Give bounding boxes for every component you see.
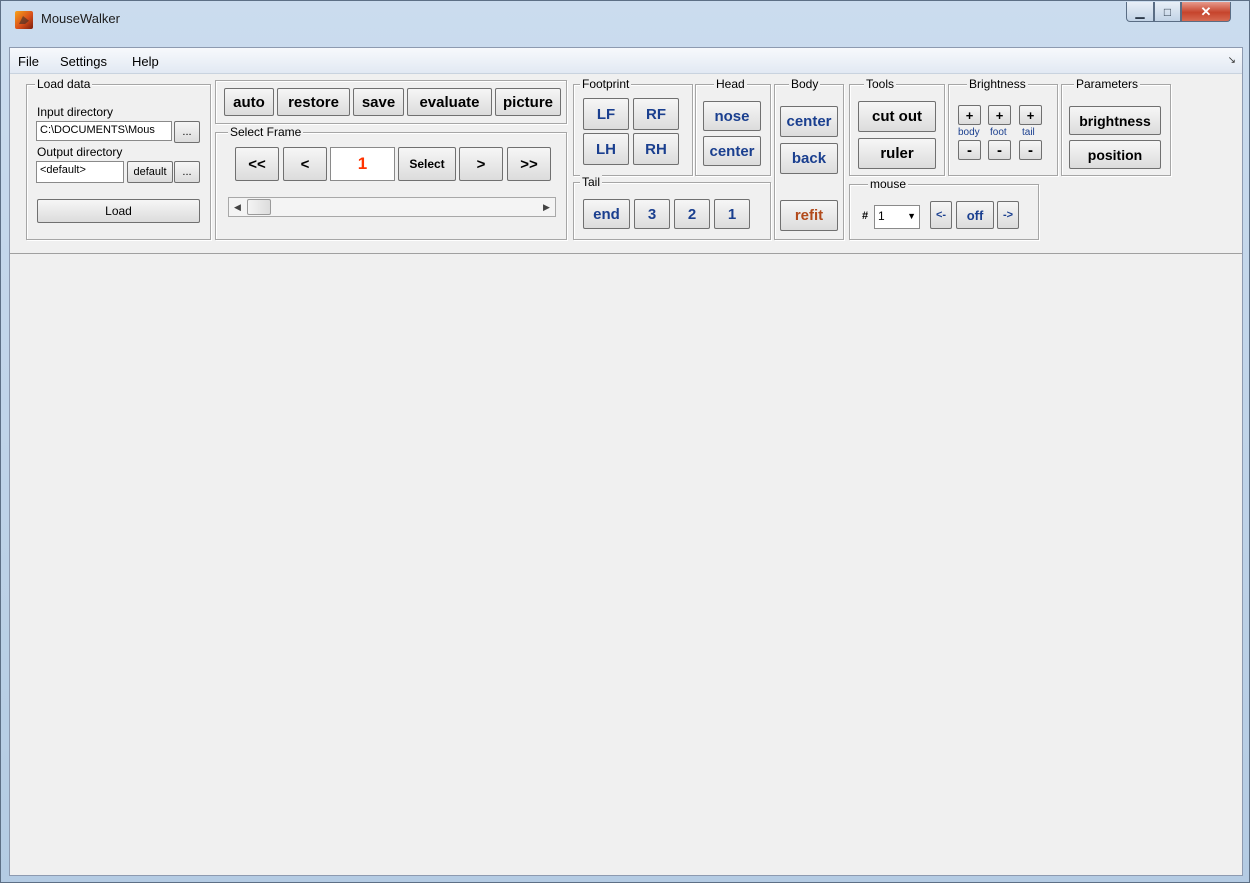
body-brightness-minus-button[interactable]: - xyxy=(958,140,981,160)
slider-left-arrow-icon[interactable]: ◀ xyxy=(229,198,246,216)
footprint-panel: Footprint LF RF LH RH xyxy=(573,77,693,176)
title-bar[interactable]: MouseWalker ▁ □ ✕ xyxy=(1,1,1249,47)
first-frame-button[interactable]: << xyxy=(235,147,279,181)
load-data-title: Load data xyxy=(35,77,93,91)
lh-button[interactable]: LH xyxy=(583,133,629,165)
brightness-parameters-button[interactable]: brightness xyxy=(1069,106,1161,135)
image-workspace[interactable] xyxy=(10,255,1242,875)
head-title: Head xyxy=(714,77,747,91)
default-button[interactable]: default xyxy=(127,161,173,183)
close-button[interactable]: ✕ xyxy=(1181,2,1231,22)
rh-button[interactable]: RH xyxy=(633,133,679,165)
mouse-prev-button[interactable]: <- xyxy=(930,201,952,229)
tail-2-button[interactable]: 2 xyxy=(674,199,710,229)
tail-panel: Tail end 3 2 1 xyxy=(573,175,771,240)
restore-button[interactable]: restore xyxy=(277,88,350,116)
footprint-title: Footprint xyxy=(580,77,632,91)
tools-panel: Tools cut out ruler xyxy=(849,77,945,176)
actions-panel: auto restore save evaluate picture xyxy=(215,80,567,124)
nose-button[interactable]: nose xyxy=(703,101,761,131)
input-browse-button[interactable]: ... xyxy=(174,121,200,143)
brightness-panel: Brightness + + + body foot tail - - - xyxy=(948,77,1058,176)
window-title: MouseWalker xyxy=(41,11,120,26)
frame-slider[interactable]: ◀ ▶ xyxy=(228,197,556,217)
select-frame-panel: Select Frame << < 1 Select > >> ◀ ▶ xyxy=(215,125,567,240)
cut-out-button[interactable]: cut out xyxy=(858,101,936,132)
matlab-icon xyxy=(15,11,33,29)
close-icon: ✕ xyxy=(1200,3,1212,19)
tail-title: Tail xyxy=(580,175,603,189)
position-parameters-button[interactable]: position xyxy=(1069,140,1161,169)
chevron-down-icon: ▼ xyxy=(907,211,916,221)
mouse-panel: mouse # 1 ▼ <- off -> xyxy=(849,177,1039,240)
output-browse-button[interactable]: ... xyxy=(174,161,200,183)
foot-brightness-plus-button[interactable]: + xyxy=(988,105,1011,125)
brightness-body-label: body xyxy=(958,127,980,138)
foot-brightness-minus-button[interactable]: - xyxy=(988,140,1011,160)
rf-button[interactable]: RF xyxy=(633,98,679,130)
save-button[interactable]: save xyxy=(353,88,404,116)
parameters-title: Parameters xyxy=(1074,77,1141,91)
body-brightness-plus-button[interactable]: + xyxy=(958,105,981,125)
head-center-button[interactable]: center xyxy=(703,136,761,166)
tail-1-button[interactable]: 1 xyxy=(714,199,750,229)
auto-button[interactable]: auto xyxy=(224,88,274,116)
tail-brightness-minus-button[interactable]: - xyxy=(1019,140,1042,160)
menu-settings[interactable]: Settings xyxy=(60,54,107,69)
client-area: File Settings Help ↘ Load data Input dir… xyxy=(9,47,1243,876)
brightness-tail-label: tail xyxy=(1022,127,1035,138)
tools-title: Tools xyxy=(864,77,897,91)
app-window: MouseWalker ▁ □ ✕ File Settings Help ↘ L… xyxy=(0,0,1250,883)
lf-button[interactable]: LF xyxy=(583,98,629,130)
input-directory-field[interactable]: C:\DOCUMENTS\Mous xyxy=(36,121,172,141)
control-toolbar: Load data Input directory C:\DOCUMENTS\M… xyxy=(10,74,1242,254)
maximize-icon: □ xyxy=(1163,4,1172,19)
select-frame-button[interactable]: Select xyxy=(398,147,456,181)
refit-button[interactable]: refit xyxy=(780,200,838,231)
menu-help[interactable]: Help xyxy=(132,54,159,69)
mouse-hash-label: # xyxy=(862,210,869,222)
menu-file[interactable]: File xyxy=(18,54,39,69)
body-title: Body xyxy=(789,77,821,91)
slider-right-arrow-icon[interactable]: ▶ xyxy=(538,198,555,216)
head-panel: Head nose center xyxy=(695,77,771,176)
tail-3-button[interactable]: 3 xyxy=(634,199,670,229)
body-center-button[interactable]: center xyxy=(780,106,838,137)
load-button[interactable]: Load xyxy=(37,199,200,223)
mouse-next-button[interactable]: -> xyxy=(997,201,1019,229)
picture-button[interactable]: picture xyxy=(495,88,561,116)
minimize-icon: ▁ xyxy=(1135,4,1145,19)
slider-thumb[interactable] xyxy=(247,199,271,215)
body-back-button[interactable]: back xyxy=(780,143,838,174)
select-frame-title: Select Frame xyxy=(228,125,304,139)
mouse-select[interactable]: 1 ▼ xyxy=(874,205,920,229)
menu-bar: File Settings Help ↘ xyxy=(10,48,1242,74)
last-frame-button[interactable]: >> xyxy=(507,147,551,181)
tail-end-button[interactable]: end xyxy=(583,199,630,229)
body-panel: Body center back refit xyxy=(774,77,844,240)
brightness-foot-label: foot xyxy=(990,127,1007,138)
mouse-off-button[interactable]: off xyxy=(956,201,994,229)
evaluate-button[interactable]: evaluate xyxy=(407,88,492,116)
maximize-button[interactable]: □ xyxy=(1154,2,1181,22)
mouse-title: mouse xyxy=(868,177,909,191)
next-frame-button[interactable]: > xyxy=(459,147,503,181)
brightness-title: Brightness xyxy=(967,77,1028,91)
frame-number-field[interactable]: 1 xyxy=(330,147,395,181)
tail-brightness-plus-button[interactable]: + xyxy=(1019,105,1042,125)
output-directory-label: Output directory xyxy=(37,145,123,159)
previous-frame-button[interactable]: < xyxy=(283,147,327,181)
dock-arrow-icon[interactable]: ↘ xyxy=(1228,55,1236,66)
parameters-panel: Parameters brightness position xyxy=(1061,77,1171,176)
ruler-button[interactable]: ruler xyxy=(858,138,936,169)
mouse-select-value: 1 xyxy=(878,209,885,223)
load-data-panel: Load data Input directory C:\DOCUMENTS\M… xyxy=(26,77,211,240)
minimize-button[interactable]: ▁ xyxy=(1126,2,1154,22)
input-directory-label: Input directory xyxy=(37,105,114,119)
output-directory-field[interactable]: <default> xyxy=(36,161,124,183)
